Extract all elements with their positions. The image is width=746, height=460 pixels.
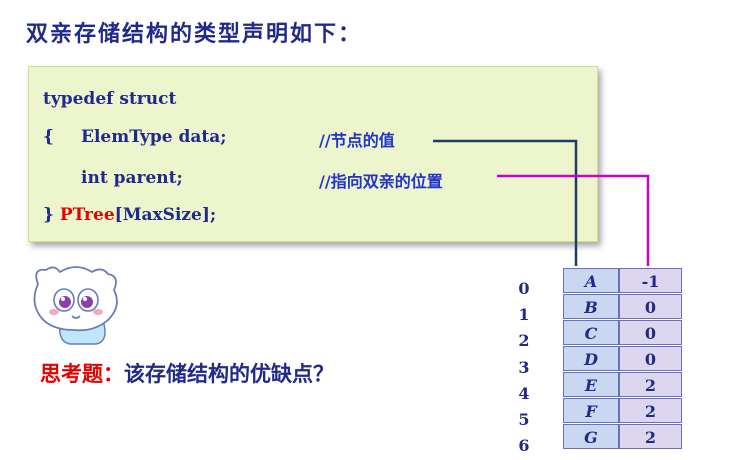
table-cell-data: F xyxy=(563,398,619,423)
table-cell-parent: 0 xyxy=(619,294,682,319)
parent-connector xyxy=(497,174,650,266)
table-cell-data: G xyxy=(563,424,619,449)
question-text: 该存储结构的优缺点？ xyxy=(124,362,334,386)
row-index: 0 xyxy=(518,279,530,298)
table-cell-parent: 0 xyxy=(619,346,682,371)
table-cell-data: E xyxy=(563,372,619,397)
table-cell-data: A xyxy=(563,268,619,293)
discussion-question: 思考题：该存储结构的优缺点？ xyxy=(40,358,334,388)
table-cell-parent: 2 xyxy=(619,372,682,397)
row-index: 6 xyxy=(518,436,530,455)
table-cell-parent: 2 xyxy=(619,424,682,449)
table-cell-data: B xyxy=(563,294,619,319)
table-cell-data: D xyxy=(563,346,619,371)
cartoon-mascot-icon xyxy=(33,266,118,345)
table-cell-parent: 0 xyxy=(619,320,682,345)
question-label: 思考题： xyxy=(40,362,124,386)
row-index: 4 xyxy=(518,384,530,403)
row-index: 3 xyxy=(518,358,530,377)
table-cell-parent: 2 xyxy=(619,398,682,423)
data-connector xyxy=(433,139,578,266)
row-index: 1 xyxy=(518,305,530,324)
table-cell-data: C xyxy=(563,320,619,345)
row-index: 2 xyxy=(518,331,530,350)
table-cell-parent: -1 xyxy=(619,268,682,293)
row-index: 5 xyxy=(518,410,530,429)
